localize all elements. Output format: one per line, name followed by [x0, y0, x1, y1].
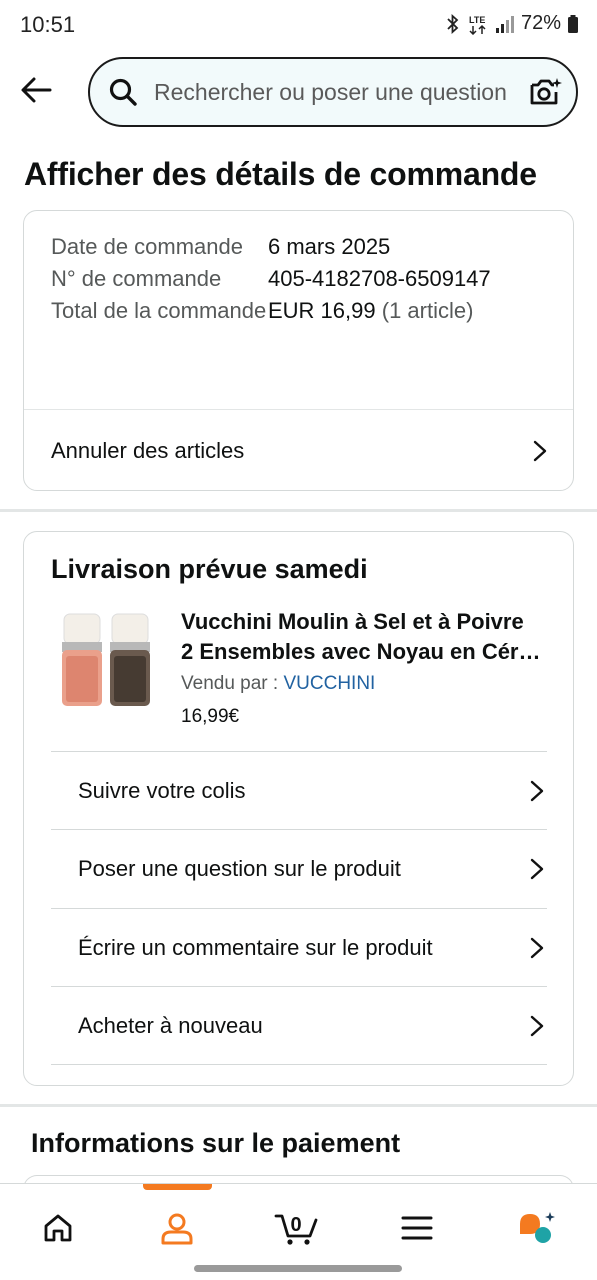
- product-title[interactable]: Vucchini Moulin à Sel et à Poivre 2 Ense…: [181, 607, 551, 667]
- product-price: 16,99€: [181, 706, 240, 727]
- delivery-card: Livraison prévue samedi Vucchini Moulin …: [23, 531, 574, 1086]
- battery-percent: 72%: [520, 12, 561, 34]
- battery-icon: [568, 14, 578, 33]
- order-details-card: Date de commande 6 mars 2025 N° de comma…: [23, 210, 574, 491]
- chevron-right-icon: [533, 440, 547, 461]
- chevron-right-icon: [530, 780, 544, 802]
- section-divider: [0, 509, 597, 512]
- seller-prefix: Vendu par: [181, 673, 268, 694]
- chevron-right-icon: [530, 858, 544, 880]
- seller-link[interactable]: VUCCHINI: [283, 673, 375, 694]
- search-header: [0, 56, 597, 128]
- delivery-title: Livraison prévue samedi: [51, 554, 368, 584]
- order-number-value: 405-4182708-6509147: [268, 266, 491, 291]
- back-button[interactable]: [16, 70, 56, 110]
- account-icon: [161, 1213, 193, 1245]
- order-total-value-wrap: EUR 16,99 (1 article): [268, 295, 473, 327]
- divider: [51, 1064, 547, 1065]
- nav-home[interactable]: [23, 1198, 93, 1258]
- lte-icon: LTE: [469, 15, 486, 35]
- write-review-button[interactable]: Écrire un commentaire sur le produit: [78, 909, 548, 987]
- buy-again-button[interactable]: Acheter à nouveau: [78, 987, 548, 1065]
- status-bar: 10:51 LTE 72%: [0, 0, 597, 50]
- search-input[interactable]: [154, 78, 520, 106]
- order-date-label: Date de commande: [51, 234, 243, 259]
- menu-icon: [401, 1216, 433, 1240]
- bluetooth-icon: [447, 13, 459, 34]
- cancel-items-button[interactable]: Annuler des articles: [24, 410, 573, 491]
- product-image[interactable]: [54, 612, 164, 712]
- section-divider: [0, 1104, 597, 1107]
- product-title-line2: 2 Ensembles avec Noyau en Céramique: [181, 639, 551, 664]
- cart-count: 0: [290, 1214, 301, 1236]
- chevron-right-icon: [530, 1015, 544, 1037]
- cart-icon: 0: [274, 1214, 318, 1245]
- nav-account[interactable]: [142, 1198, 212, 1258]
- status-time: 10:51: [20, 12, 76, 37]
- nav-menu[interactable]: [382, 1198, 452, 1258]
- order-number-label: N° de commande: [51, 266, 222, 291]
- camera-lens-icon[interactable]: [528, 75, 562, 109]
- seller-separator: :: [267, 673, 284, 694]
- ask-question-label: Poser une question sur le produit: [78, 856, 401, 881]
- order-date-value: 6 mars 2025: [268, 234, 391, 259]
- chevron-right-icon: [530, 937, 544, 959]
- order-total-label: Total de la commande: [51, 298, 267, 323]
- nav-rufus[interactable]: [502, 1198, 572, 1258]
- system-home-indicator: [194, 1265, 402, 1272]
- order-total-value: EUR 16,99: [268, 298, 376, 323]
- home-icon: [44, 1214, 72, 1242]
- order-item-count: (1 article): [381, 298, 474, 323]
- ask-question-button[interactable]: Poser une question sur le produit: [78, 830, 548, 908]
- payment-section-title: Informations sur le paiement: [31, 1128, 401, 1158]
- track-package-button[interactable]: Suivre votre colis: [78, 752, 548, 830]
- search-bar[interactable]: [88, 57, 578, 127]
- svg-text:LTE: LTE: [469, 15, 485, 25]
- cancel-items-label: Annuler des articles: [51, 437, 245, 463]
- buy-again-label: Acheter à nouveau: [78, 1013, 263, 1038]
- order-details-list: Date de commande 6 mars 2025 N° de comma…: [51, 231, 551, 327]
- track-package-label: Suivre votre colis: [78, 778, 246, 803]
- product-title-line1: Vucchini Moulin à Sel et à Poivre: [181, 609, 524, 634]
- nav-cart[interactable]: 0: [262, 1198, 332, 1258]
- order-date-row: Date de commande 6 mars 2025: [51, 231, 551, 263]
- write-review-label: Écrire un commentaire sur le produit: [78, 935, 433, 960]
- search-icon: [109, 78, 137, 106]
- status-indicators: LTE 72%: [445, 12, 579, 35]
- rufus-icon: [520, 1212, 555, 1243]
- seller-info: Vendu par : VUCCHINI: [181, 673, 375, 695]
- page-title: Afficher des détails de commande: [24, 156, 537, 192]
- signal-icon: [495, 15, 514, 33]
- arrow-left-icon: [21, 77, 52, 103]
- active-tab-indicator: [143, 1184, 212, 1190]
- order-number-row: N° de commande 405-4182708-6509147: [51, 263, 551, 295]
- order-total-row: Total de la commande EUR 16,99 (1 articl…: [51, 295, 551, 327]
